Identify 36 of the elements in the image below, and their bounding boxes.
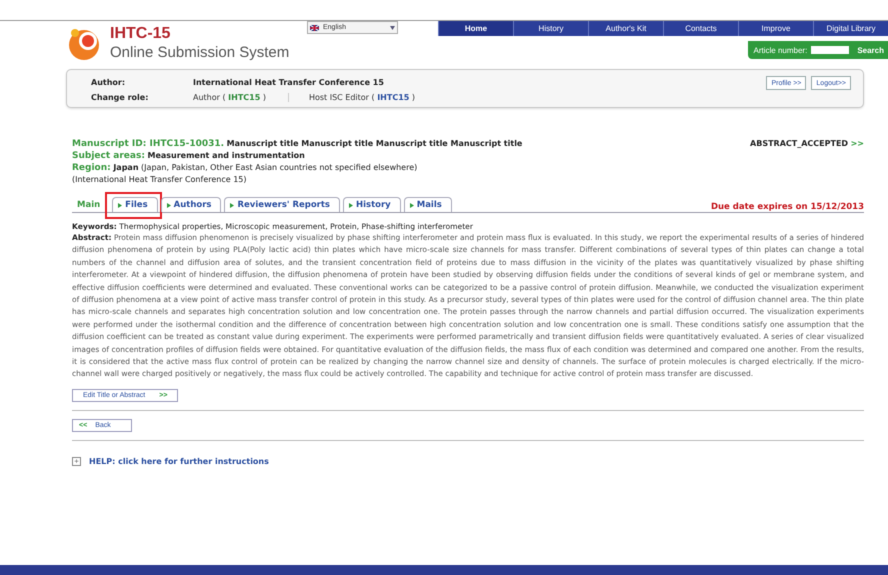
subject-areas: Subject areas: Measurement and instrumentation — [72, 150, 305, 162]
nav-tab[interactable]: History — [513, 21, 588, 36]
manuscript-title: Manuscript ID: IHTC15-10031. Manuscript title Manuscript title Manuscript title Manuscript title — [72, 138, 522, 150]
article-number-field[interactable] — [811, 46, 850, 54]
triangle-icon — [410, 202, 414, 208]
tab[interactable]: Reviewers' Reports — [224, 197, 340, 212]
triangle-icon — [230, 202, 234, 208]
due-date: Due date expires on 15/12/2013 — [710, 202, 864, 212]
nav-tab[interactable]: Home — [438, 21, 513, 36]
nav-tab[interactable]: Author's Kit — [588, 21, 663, 36]
conference-name: (International Heat Transfer Conference 15) — [72, 174, 247, 186]
change-role-label: Change role: — [91, 93, 150, 102]
status-text: ABSTRACT_ACCEPTED >> — [750, 138, 864, 150]
search-button[interactable]: Search — [853, 46, 888, 54]
caret-icon — [390, 26, 395, 30]
triangle-icon — [349, 202, 353, 208]
role-link[interactable]: Author ( IHTC15 ) — [193, 93, 289, 102]
author-label: Author: — [91, 78, 126, 87]
logo-title: IHTC-15 — [110, 25, 172, 43]
author-name: International Heat Transfer Conference 15 — [193, 78, 384, 87]
tab[interactable]: Main — [72, 198, 110, 212]
logo-subtitle: Online Submission System — [110, 44, 290, 61]
triangle-icon — [166, 202, 171, 208]
nav-tab[interactable]: Improve — [738, 21, 813, 36]
help-link[interactable]: HELP: click here for further instructions — [89, 456, 269, 466]
nav-tab[interactable]: Contacts — [663, 21, 738, 36]
region: Region: Japan (Japan, Pakistan, Other East Asian countries not specified elsewhere) — [72, 162, 418, 174]
role-link[interactable]: Host ISC Editor ( IHTC15 ) — [308, 93, 437, 102]
triangle-icon — [118, 202, 122, 208]
article-number-label: Article number: — [754, 46, 808, 54]
tab[interactable]: History — [343, 197, 401, 212]
tab[interactable]: Authors — [160, 197, 222, 212]
tab[interactable]: Mails — [404, 197, 452, 212]
nav-tab[interactable]: Digital Library — [813, 21, 888, 36]
tab[interactable]: Files — [112, 197, 158, 212]
flag-icon — [310, 24, 319, 30]
